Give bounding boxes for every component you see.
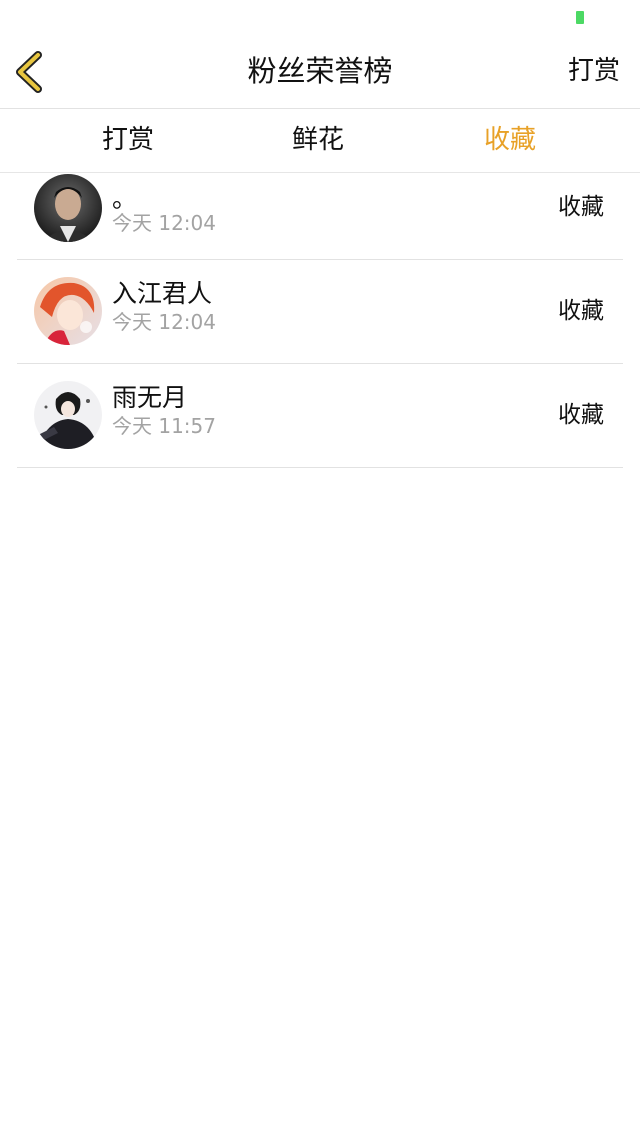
tab-bar: 打赏 鲜花 收藏 [0, 109, 640, 173]
chevron-left-icon [16, 51, 42, 93]
battery-icon [576, 11, 584, 24]
nav-bar: 粉丝荣誉榜 打赏 [0, 40, 640, 109]
action-label: 收藏 [558, 194, 604, 220]
list-item[interactable]: 雨无月 今天 11:57 收藏 [17, 364, 623, 468]
list-item[interactable]: 入江君人 今天 12:04 收藏 [17, 260, 623, 364]
back-button[interactable] [10, 50, 54, 94]
fan-name: 雨无月 [112, 383, 188, 412]
avatar [34, 381, 102, 449]
fan-time: 今天 11:57 [112, 414, 216, 438]
list-item[interactable]: 。 今天 12:04 收藏 [17, 173, 623, 260]
action-label: 收藏 [558, 402, 604, 428]
avatar [34, 277, 102, 345]
tab-favorites[interactable]: 收藏 [430, 109, 590, 172]
status-bar [0, 0, 640, 40]
fan-name: 入江君人 [112, 279, 213, 308]
tab-flowers[interactable]: 鲜花 [238, 109, 398, 172]
fan-list: 。 今天 12:04 收藏 入江君人 今天 12:04 收藏 雨无月 今天 11… [17, 173, 623, 468]
avatar [34, 174, 102, 242]
tab-reward[interactable]: 打赏 [48, 109, 208, 172]
reward-button[interactable]: 打赏 [568, 50, 620, 92]
fan-time: 今天 12:04 [112, 211, 216, 235]
action-label: 收藏 [558, 298, 604, 324]
page-title: 粉丝荣誉榜 [247, 54, 393, 88]
fan-time: 今天 12:04 [112, 310, 216, 334]
